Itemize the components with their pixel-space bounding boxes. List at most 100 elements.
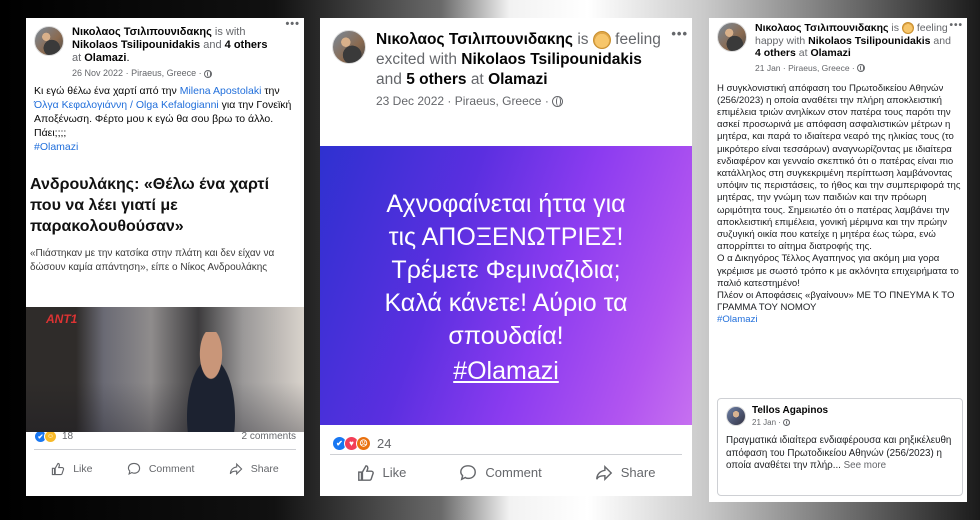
share-button[interactable]: Share [229, 462, 279, 476]
share-label: Share [250, 462, 279, 475]
tagged-name[interactable]: Nikolaos Tsilipounidakis [72, 39, 200, 51]
and-text: and [376, 71, 402, 88]
like-button[interactable]: Like [357, 464, 407, 482]
excited-emoji-icon [592, 30, 611, 49]
and-text: and [203, 39, 222, 51]
banner-line: Τρέμετε Φεμιναζιδια; [391, 256, 621, 284]
globe-icon [783, 419, 791, 427]
place-link[interactable]: Olamazi [488, 71, 547, 88]
reactions[interactable]: ✔ ♥ ☹ 24 [332, 436, 391, 451]
place-link[interactable]: Olamazi [810, 47, 850, 59]
banner-hashtag[interactable]: #Olamazi [320, 355, 692, 388]
post-header: Νικολαος Τσιλιπουνιδακης is feeling happ… [709, 18, 967, 73]
post-location: Piraeus, Greece [131, 68, 197, 78]
globe-icon [552, 96, 564, 108]
comments-count[interactable]: 2 comments [242, 431, 296, 442]
like-label: Like [382, 465, 407, 480]
comment-icon [127, 462, 141, 475]
thumbs-up-icon [52, 462, 65, 475]
author-avatar[interactable] [34, 26, 64, 56]
and-text: and [933, 34, 951, 47]
shared-author-name[interactable]: Tellos Agapinos [752, 405, 828, 416]
post-paragraph: Ο α Δικηγόρος Τέλλος Αγαπηνος για ακόμη … [717, 253, 959, 289]
happy-emoji-icon [901, 22, 914, 35]
share-button[interactable]: Share [595, 464, 656, 482]
person-figure [176, 332, 246, 432]
shared-post[interactable]: Tellos Agapinos 21 Jan · Πραγματικά ιδια… [717, 398, 963, 496]
left-post-card: Νικολαος Τσιλιπουνιδακης is with Nikolao… [26, 18, 304, 496]
shared-date[interactable]: 21 Jan [752, 418, 776, 427]
tv-logo: ANT1 [46, 312, 78, 326]
post-location: Piraeus, Greece [788, 62, 850, 73]
hashtag-link[interactable]: #Olamazi [717, 314, 961, 326]
comment-button[interactable]: Comment [459, 464, 542, 482]
post-location: Piraeus, Greece [454, 94, 542, 108]
like-label: Like [73, 462, 93, 475]
hashtag-link[interactable]: #Olamazi [34, 141, 78, 153]
post-date[interactable]: 23 Dec 2022 [376, 94, 444, 108]
comment-button[interactable]: Comment [127, 462, 195, 476]
author-avatar[interactable] [717, 22, 747, 52]
post-header: Νικολαος Τσιλιπουνιδακης is feeling exci… [320, 18, 692, 108]
like-button[interactable]: Like [51, 462, 92, 476]
mention-link[interactable]: Όλγα Κεφαλογιάννη / Olga Kefalogianni [34, 99, 219, 111]
reaction-count: 18 [62, 431, 74, 442]
globe-icon [857, 64, 866, 73]
comment-label: Comment [485, 465, 542, 480]
post-date[interactable]: 26 Nov 2022 [72, 68, 123, 78]
share-label: Share [620, 465, 656, 480]
see-more-link[interactable]: See more [844, 460, 886, 471]
others-link[interactable]: 5 others [406, 71, 466, 88]
post-text: Κι εγώ θέλω ένα χαρτί από την Milena Apo… [26, 78, 304, 154]
shared-text: Πραγματικά ιδιαίτερα ενδιαφέρουσα και ρη… [726, 435, 952, 471]
others-link[interactable]: 4 others [755, 47, 796, 59]
post-date[interactable]: 21 Jan [755, 63, 781, 73]
post-paragraph: Πλέον οι Αποφάσεις «βγαίνουν» ΜΕ ΤΟ ΠΝΕΥ… [717, 289, 955, 314]
mention-link[interactable]: Milena Apostolaki [180, 85, 262, 97]
at-text: at [798, 47, 808, 59]
share-icon [229, 462, 243, 475]
meta-separator: · [778, 418, 781, 427]
reaction-count: 24 [377, 436, 392, 451]
author-name[interactable]: Νικολαος Τσιλιπουνιδακης [755, 22, 888, 34]
is-text: is [891, 22, 899, 34]
colored-background-post: Αχνοφαίνεται ήττα για τις ΑΠΟΞΕΝΩΤΡΙΕΣ! … [320, 146, 692, 425]
more-options-icon[interactable]: ••• [949, 20, 963, 31]
tagged-name[interactable]: Nikolaos Tsilipounidakis [808, 35, 930, 47]
comment-label: Comment [148, 462, 195, 475]
news-subtitle: «Πιάστηκαν με την κατσίκα στην πλάτη και… [30, 248, 275, 273]
share-icon [595, 464, 612, 481]
middle-post-card: Νικολαος Τσιλιπουνιδακης is feeling exci… [320, 18, 692, 496]
meta-separator: · [851, 62, 855, 73]
text-part: την [264, 85, 280, 97]
is-text: is [577, 31, 589, 48]
banner-line: τις ΑΠΟΞΕΝΩΤΡΙΕΣ! [388, 223, 624, 251]
place-link[interactable]: Olamazi [84, 52, 126, 64]
banner-line: Αχνοφαίνεται ήττα για [386, 190, 626, 218]
action-bar: Like Comment Share [330, 454, 682, 490]
meta-separator: · [198, 68, 202, 78]
more-options-icon[interactable]: ••• [285, 18, 300, 30]
comment-icon [460, 464, 477, 481]
meta-separator: · [782, 62, 786, 73]
period: . [126, 52, 130, 64]
post-header: Νικολαος Τσιλιπουνιδακης is with Nikolao… [26, 18, 304, 78]
banner-line: Καλά κάνετε! Αύριο τα [384, 289, 628, 317]
more-options-icon[interactable]: ••• [671, 26, 688, 41]
globe-icon [204, 69, 213, 78]
others-link[interactable]: 4 others [225, 39, 268, 51]
at-text: at [72, 52, 82, 64]
news-headline: Ανδρουλάκης: «Θέλω ένα χαρτί που να λέει… [30, 176, 270, 235]
shared-author-avatar[interactable] [726, 406, 746, 426]
author-name[interactable]: Νικολαος Τσιλιπουνιδακης [376, 31, 573, 48]
angry-reaction-icon: ☹ [356, 436, 371, 451]
with-prefix: is with [214, 26, 246, 38]
action-bar: Like Comment Share [34, 449, 296, 487]
author-avatar[interactable] [332, 30, 366, 64]
author-name[interactable]: Νικολαος Τσιλιπουνιδακης [72, 26, 212, 38]
right-post-card: Νικολαος Τσιλιπουνιδακης is feeling happ… [709, 18, 967, 502]
news-screenshot[interactable]: Ανδρουλάκης: «Θέλω ένα χαρτί που να λέει… [26, 162, 304, 432]
tagged-name[interactable]: Nikolaos Tsilipounidakis [461, 51, 642, 68]
meta-separator: · [447, 94, 452, 108]
text-part: Κι εγώ θέλω ένα χαρτί από την [34, 85, 177, 97]
